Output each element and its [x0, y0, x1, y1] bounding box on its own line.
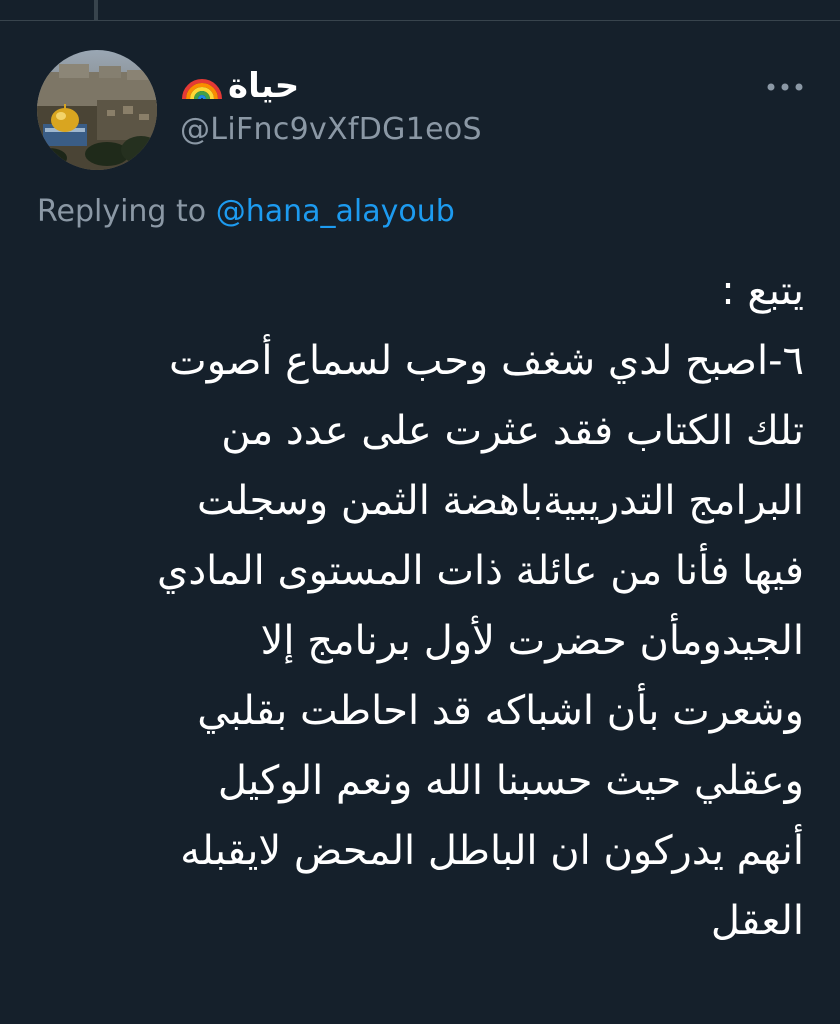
avatar-image — [37, 50, 157, 170]
display-name: حياة — [228, 66, 300, 106]
more-options-button[interactable] — [762, 70, 808, 104]
tweet-line: وشعرت بأن اشباكه قد احاطت بقلبي — [197, 688, 804, 734]
tweet-text: يتبع : ٦-اصبح لدي شغف وحب لسماع أصوت تلك… — [24, 256, 804, 956]
tweet-line: الجيدومأن حضرت لأول برنامج إلا — [260, 618, 804, 664]
tweet-line: البرامج التدريبيةباهضة الثمن وسجلت — [196, 478, 804, 524]
reply-prefix: Replying to — [37, 194, 207, 229]
tweet-line: فيها فأنا من عائلة ذات المستوى المادي — [157, 548, 804, 594]
top-divider — [0, 20, 840, 21]
tweet-line: وعقلي حيث حسبنا الله ونعم الوكيل — [217, 758, 804, 804]
tweet-line: ٦-اصبح لدي شغف وحب لسماع أصوت — [169, 338, 804, 384]
reply-context: Replying to @hana_alayoub — [37, 192, 455, 232]
tweet-line: أنهم يدركون ان الباطل المحض لايقبله — [180, 828, 804, 874]
avatar[interactable] — [37, 50, 157, 170]
author-handle[interactable]: @LiFnc9vXfDG1eoS — [180, 110, 482, 150]
tweet-line: يتبع : — [721, 268, 804, 314]
rainbow-icon — [182, 79, 222, 100]
author-name[interactable]: حياة — [180, 66, 299, 106]
reply-mention-link[interactable]: @hana_alayoub — [216, 194, 455, 229]
tweet-line: تلك الكتاب فقد عثرت على عدد من — [221, 408, 804, 454]
more-horizontal-icon — [767, 83, 803, 91]
thread-connector-line — [94, 0, 98, 20]
tweet-line: العقل — [710, 898, 804, 944]
